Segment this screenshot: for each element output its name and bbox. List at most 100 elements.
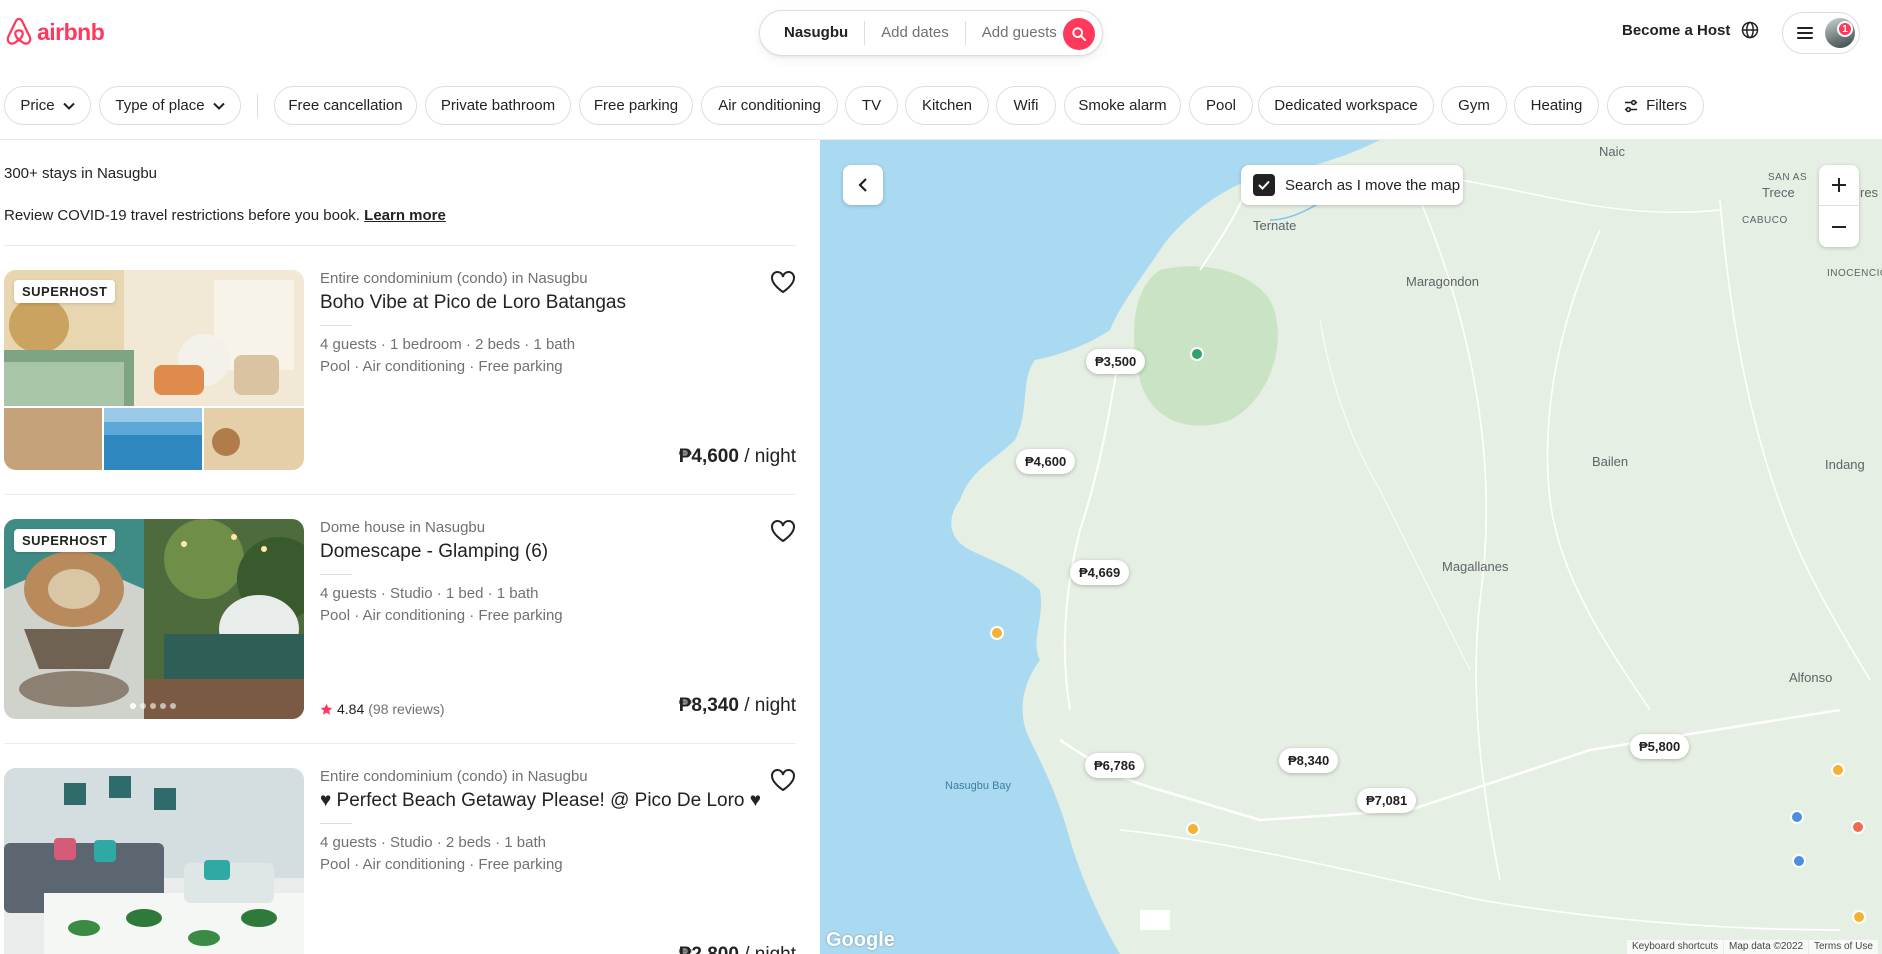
- listing-title[interactable]: Boho Vibe at Pico de Loro Batangas: [320, 292, 626, 314]
- filter-free-cancellation[interactable]: Free cancellation: [274, 86, 417, 125]
- checkbox-checked[interactable]: [1253, 174, 1275, 196]
- separator: [4, 743, 796, 744]
- plus-icon: [1832, 178, 1846, 192]
- listing-details: 4 guests · Studio · 1 bed · 1 bath: [320, 585, 539, 602]
- chevron-left-icon: [858, 178, 867, 192]
- poi-marker[interactable]: [990, 626, 1004, 640]
- listing-title[interactable]: ♥ Perfect Beach Getaway Please! @ Pico D…: [320, 790, 761, 812]
- listing-amenities: Pool · Air conditioning · Free parking: [320, 358, 563, 375]
- place-label: Bailen: [1592, 454, 1629, 469]
- map[interactable]: Search as I move the map Naic Ternate Ma…: [820, 140, 1882, 954]
- heart-icon[interactable]: [770, 270, 796, 294]
- filter-air-conditioning[interactable]: Air conditioning: [701, 86, 838, 125]
- search-button[interactable]: [1063, 18, 1095, 50]
- price-marker[interactable]: ₱6,786: [1085, 753, 1145, 778]
- review-count: (98 reviews): [368, 701, 445, 717]
- price-marker[interactable]: ₱4,600: [1016, 449, 1076, 474]
- type-of-place-filter[interactable]: Type of place: [99, 86, 241, 125]
- results-count: 300+ stays in Nasugbu: [4, 165, 158, 182]
- filter-bar: Price Type of place Free cancellation Pr…: [0, 66, 1882, 140]
- listing-details: 4 guests · 1 bedroom · 2 beds · 1 bath: [320, 336, 576, 353]
- globe-icon[interactable]: [1741, 21, 1759, 39]
- filter-pool[interactable]: Pool: [1189, 86, 1253, 125]
- place-label: Magallanes: [1442, 559, 1509, 574]
- learn-more-link[interactable]: Learn more: [364, 207, 446, 224]
- poi-marker[interactable]: [1792, 854, 1806, 868]
- airbnb-logo[interactable]: airbnb: [4, 16, 105, 48]
- listing-price: ₱4,600 / night: [679, 446, 796, 468]
- search-as-move-toggle[interactable]: Search as I move the map: [1241, 165, 1463, 205]
- superhost-badge: SUPERHOST: [14, 280, 116, 303]
- listing-card[interactable]: SUPERHOST Entire condominium (condo) in …: [4, 270, 796, 470]
- search-bar[interactable]: Nasugbu Add dates Add guests: [759, 10, 1103, 56]
- airbnb-logo-icon: [6, 17, 32, 45]
- checkmark-icon: [1258, 180, 1270, 190]
- listing-panel: 300+ stays in Nasugbu Review COVID-19 tr…: [0, 140, 820, 954]
- search-dates[interactable]: Add dates: [864, 21, 965, 45]
- listing-title[interactable]: Domescape - Glamping (6): [320, 541, 548, 563]
- poi-marker[interactable]: [1831, 763, 1845, 777]
- filter-tv[interactable]: TV: [845, 86, 898, 125]
- filters-button[interactable]: Filters: [1607, 86, 1704, 125]
- price-marker[interactable]: ₱3,500: [1086, 349, 1146, 374]
- heart-icon[interactable]: [770, 519, 796, 543]
- price-unit: / night: [738, 446, 796, 467]
- zoom-in-button[interactable]: [1819, 165, 1859, 206]
- terms-of-use-link[interactable]: Terms of Use: [1809, 940, 1878, 954]
- price-unit: / night: [739, 944, 796, 954]
- listing-photo[interactable]: SUPERHOST: [4, 519, 304, 719]
- filter-wifi[interactable]: Wifi: [996, 86, 1056, 125]
- filter-private-bathroom[interactable]: Private bathroom: [425, 86, 571, 125]
- keyboard-shortcuts-link[interactable]: Keyboard shortcuts: [1627, 940, 1724, 954]
- search-guests[interactable]: Add guests: [964, 21, 1073, 45]
- covid-text: Review COVID-19 travel restrictions befo…: [4, 207, 360, 224]
- zoom-controls: [1819, 165, 1859, 247]
- place-label: Alfonso: [1789, 670, 1833, 685]
- filter-dedicated-workspace[interactable]: Dedicated workspace: [1258, 86, 1434, 125]
- map-background: [820, 140, 1882, 954]
- price-marker[interactable]: ₱4,669: [1070, 560, 1130, 585]
- filter-gym[interactable]: Gym: [1441, 86, 1507, 125]
- search-location[interactable]: Nasugbu: [760, 21, 864, 45]
- heart-icon[interactable]: [770, 768, 796, 792]
- price-marker[interactable]: ₱7,081: [1357, 788, 1417, 813]
- filter-free-parking[interactable]: Free parking: [579, 86, 693, 125]
- listing-info: Entire condominium (condo) in Nasugbu Bo…: [320, 270, 796, 470]
- poi-marker[interactable]: [1186, 822, 1200, 836]
- separator: [4, 245, 796, 246]
- collapse-map-button[interactable]: [843, 165, 883, 205]
- listing-card[interactable]: Entire condominium (condo) in Nasugbu ♥ …: [4, 768, 796, 954]
- price-marker[interactable]: ₱8,340: [1279, 748, 1339, 773]
- price-filter[interactable]: Price: [4, 86, 91, 125]
- price-marker[interactable]: ₱5,800: [1630, 734, 1690, 759]
- place-label: Ternate: [1253, 218, 1297, 233]
- filter-divider: [257, 94, 258, 118]
- minus-icon: [1832, 225, 1846, 228]
- place-label: INOCENCIO: [1827, 268, 1882, 279]
- listing-photo[interactable]: SUPERHOST: [4, 270, 304, 470]
- listing-info: Dome house in Nasugbu Domescape - Glampi…: [320, 519, 796, 719]
- user-menu-button[interactable]: 1: [1782, 12, 1860, 54]
- listing-rating: 4.84 (98 reviews): [320, 701, 445, 717]
- google-logo: Google: [826, 929, 895, 951]
- listing-photo[interactable]: [4, 768, 304, 954]
- filters-label: Filters: [1646, 97, 1687, 114]
- listing-card[interactable]: SUPERHOST Dome house in Nasugbu Domescap…: [4, 519, 796, 719]
- poi-marker[interactable]: [1790, 810, 1804, 824]
- filter-smoke-alarm[interactable]: Smoke alarm: [1064, 86, 1181, 125]
- photo-carousel-dots[interactable]: [130, 703, 176, 709]
- filter-heating[interactable]: Heating: [1514, 86, 1599, 125]
- become-host-link[interactable]: Become a Host: [1622, 22, 1730, 39]
- price-amount: ₱8,340: [678, 695, 739, 716]
- park-poi[interactable]: [1190, 347, 1204, 361]
- listing-type: Dome house in Nasugbu: [320, 519, 486, 536]
- restaurant-poi[interactable]: [1851, 820, 1865, 834]
- hamburger-menu-icon: [1797, 27, 1813, 39]
- sliders-icon: [1624, 99, 1638, 112]
- poi-marker[interactable]: [1852, 910, 1866, 924]
- filter-kitchen[interactable]: Kitchen: [905, 86, 989, 125]
- notification-badge: 1: [1837, 21, 1853, 37]
- zoom-out-button[interactable]: [1819, 206, 1859, 247]
- rating-value: 4.84: [337, 701, 365, 717]
- listing-divider: [320, 823, 352, 824]
